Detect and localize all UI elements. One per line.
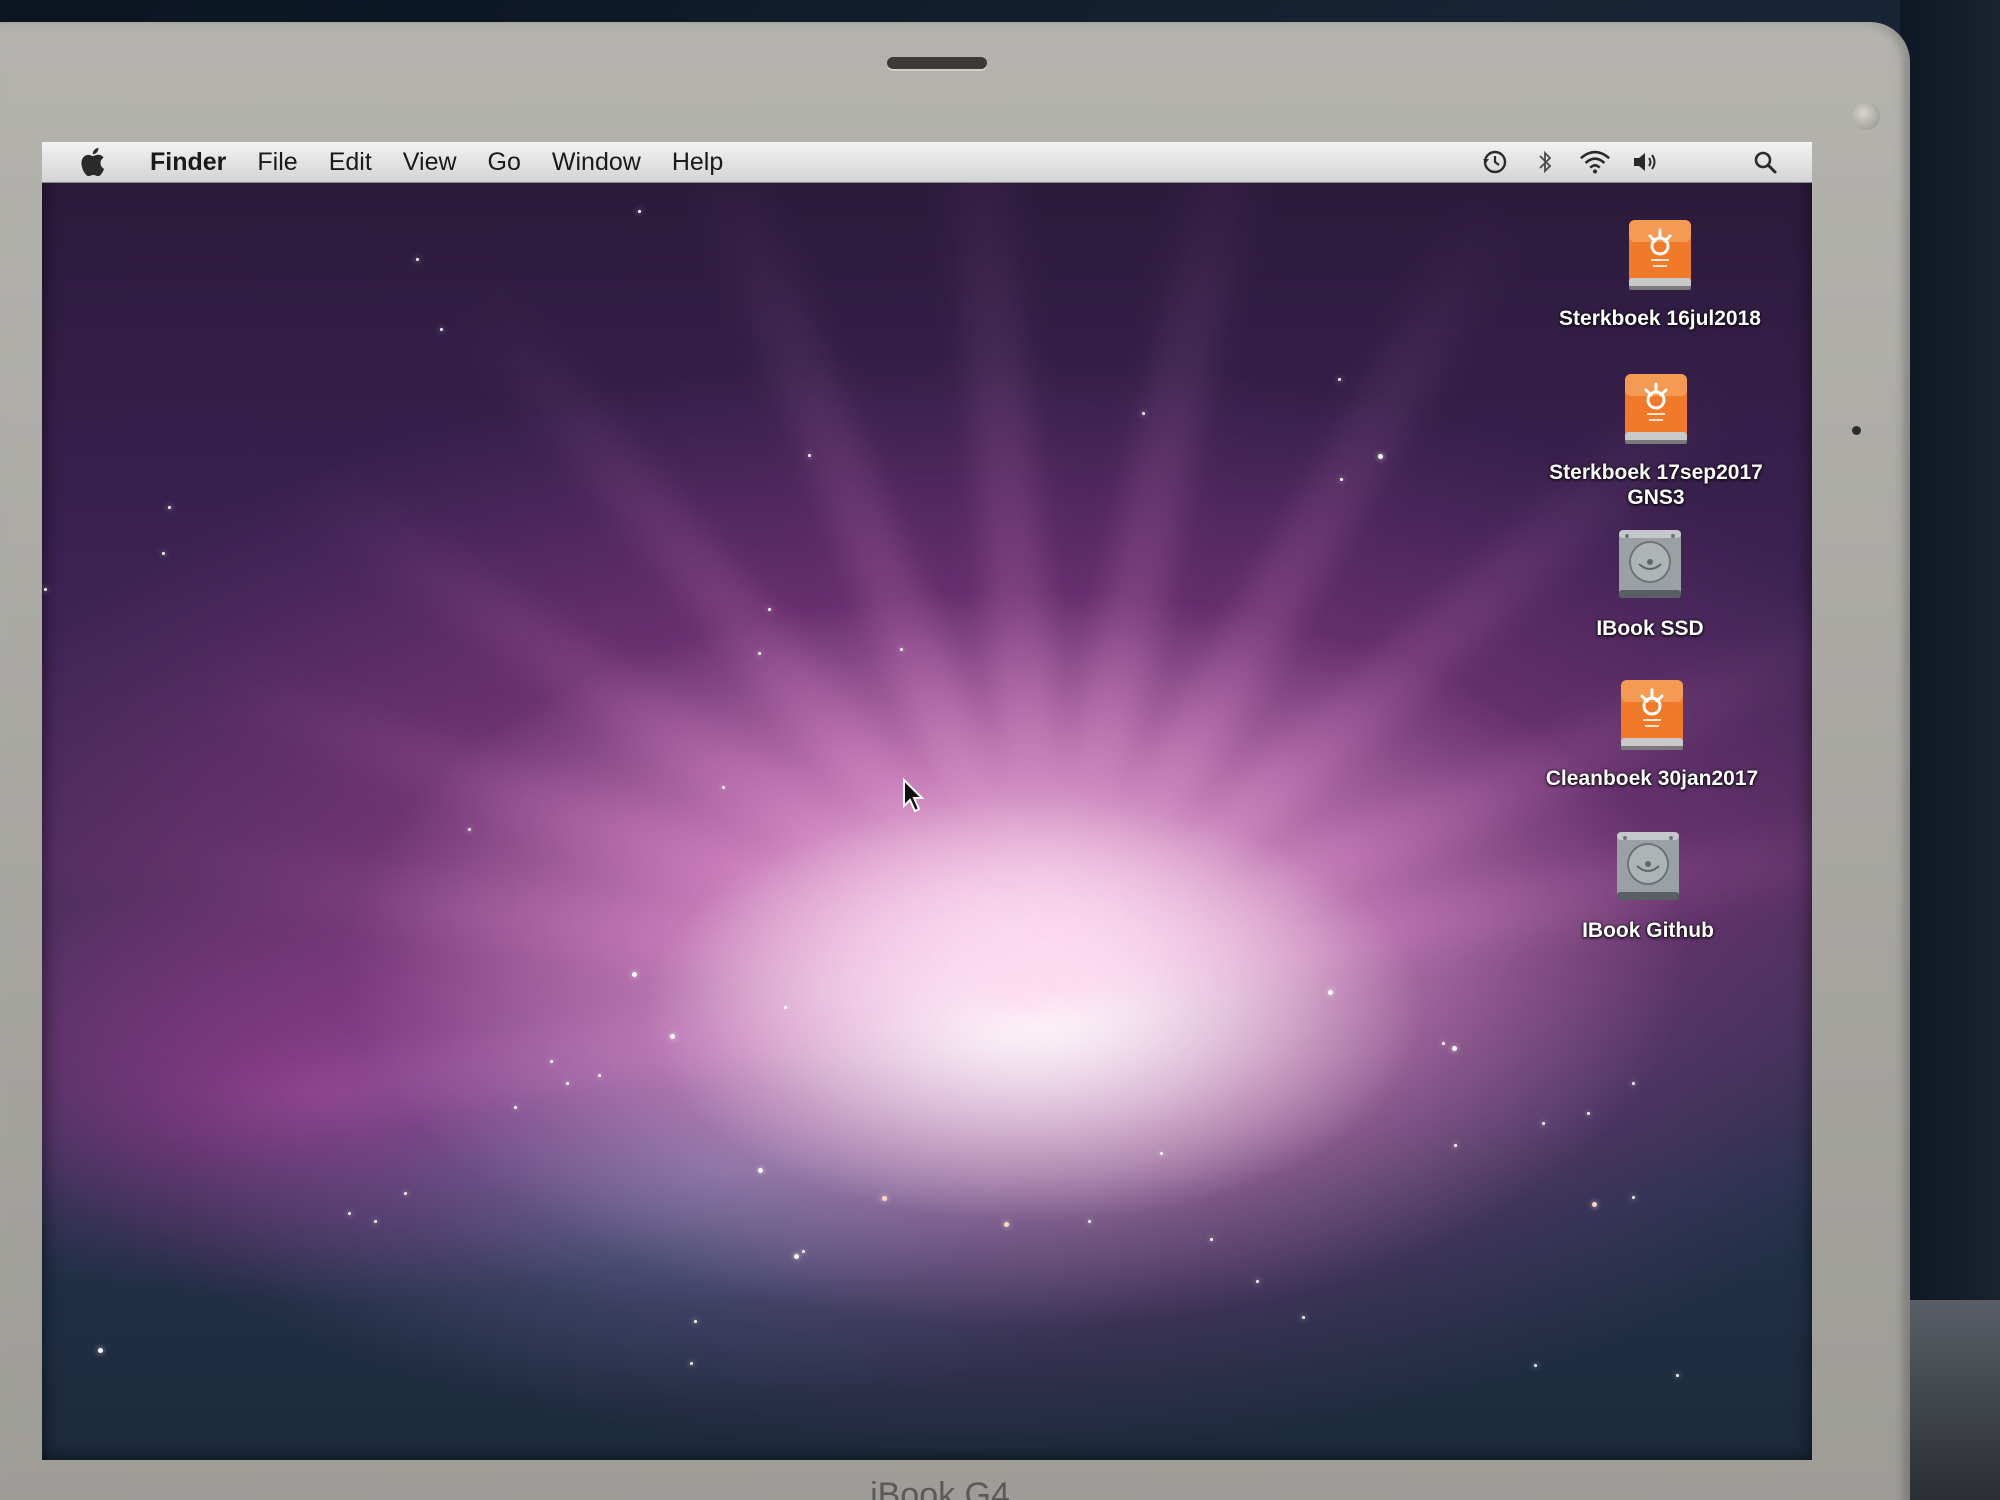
- wallpaper-star: [638, 210, 641, 213]
- wallpaper-star: [1340, 478, 1343, 481]
- wallpaper-star: [808, 454, 811, 457]
- desktop-item-label: IBook SSD: [1596, 617, 1704, 640]
- wallpaper-star: [722, 786, 725, 789]
- time-machine-icon[interactable]: [1478, 145, 1512, 179]
- wallpaper-star: [440, 328, 443, 331]
- menu-bar: Finder File Edit View Go Window Help: [42, 142, 1812, 183]
- wallpaper-star: [758, 1168, 763, 1173]
- wallpaper-star: [1442, 1042, 1445, 1045]
- sleep-indicator-light: [1852, 426, 1861, 435]
- bezel-latch: [887, 57, 987, 69]
- firewire-drive-icon: [1619, 370, 1693, 448]
- desktop-item-label: Cleanboek 30jan2017: [1545, 767, 1759, 790]
- wallpaper-star: [1338, 378, 1341, 381]
- wallpaper-star: [758, 652, 761, 655]
- wallpaper-star: [694, 1320, 697, 1323]
- wallpaper-star: [1160, 1152, 1163, 1155]
- wallpaper-star: [1378, 454, 1383, 459]
- wallpaper-star: [690, 1362, 693, 1365]
- wallpaper-star: [794, 1254, 799, 1259]
- wallpaper-star: [168, 506, 171, 509]
- wallpaper-star: [784, 1006, 787, 1009]
- menu-view[interactable]: View: [403, 148, 457, 177]
- bluetooth-icon[interactable]: [1528, 145, 1562, 179]
- desktop-item-label: Sterkboek 17sep2017 GNS3: [1549, 461, 1763, 509]
- menu-go[interactable]: Go: [488, 148, 521, 177]
- hard-drive-icon: [1613, 526, 1687, 604]
- wallpaper-star: [550, 1060, 553, 1063]
- wallpaper-star: [44, 588, 47, 591]
- wallpaper-star: [1592, 1202, 1597, 1207]
- volume-icon[interactable]: [1628, 145, 1662, 179]
- wallpaper-star: [1210, 1238, 1213, 1241]
- menu-finder[interactable]: Finder: [150, 148, 226, 177]
- wallpaper-star: [1142, 412, 1145, 415]
- wallpaper-star: [98, 1348, 103, 1353]
- menu-edit[interactable]: Edit: [329, 148, 372, 177]
- wallpaper-star: [1088, 1220, 1091, 1223]
- desktop-item-label: IBook Github: [1582, 919, 1714, 942]
- desktop-item-label: Sterkboek 16jul2018: [1559, 307, 1761, 330]
- desktop-item-ibook-github[interactable]: IBook Github: [1518, 828, 1778, 943]
- apple-icon[interactable]: [78, 147, 106, 177]
- wallpaper-star: [1004, 1222, 1009, 1227]
- menu-help[interactable]: Help: [672, 148, 723, 177]
- wallpaper-star: [374, 1220, 377, 1223]
- wallpaper-star: [348, 1212, 351, 1215]
- wallpaper-star: [1632, 1196, 1635, 1199]
- wallpaper-star: [632, 972, 637, 977]
- wallpaper-star: [768, 608, 771, 611]
- wallpaper-star: [598, 1074, 601, 1077]
- background-wall: [1900, 0, 2000, 1500]
- wallpaper-star: [1632, 1082, 1635, 1085]
- wallpaper-star: [1542, 1122, 1545, 1125]
- wallpaper-star: [1676, 1374, 1679, 1377]
- wallpaper-star: [162, 552, 165, 555]
- desktop-item-cleanboek-30jan2017[interactable]: Cleanboek 30jan2017: [1522, 676, 1782, 791]
- bezel-screw: [1852, 102, 1880, 130]
- wallpaper-star: [670, 1034, 675, 1039]
- wallpaper-star: [1454, 1144, 1457, 1147]
- menu-window[interactable]: Window: [552, 148, 641, 177]
- laptop-bezel: iBook G4 Finder File Edit View Go Window…: [0, 22, 1910, 1500]
- wallpaper-star: [900, 648, 903, 651]
- wallpaper-star: [514, 1106, 517, 1109]
- desktop-item-sterkboek-17sep2017-gns3[interactable]: Sterkboek 17sep2017 GNS3: [1526, 370, 1786, 510]
- wallpaper-star: [468, 828, 471, 831]
- firewire-drive-icon: [1623, 216, 1697, 294]
- wallpaper-star: [1452, 1046, 1457, 1051]
- mouse-cursor-icon: [902, 777, 926, 814]
- wallpaper-star: [404, 1192, 407, 1195]
- spotlight-icon[interactable]: [1748, 145, 1782, 179]
- wallpaper-star: [416, 258, 419, 261]
- wifi-icon[interactable]: [1578, 145, 1612, 179]
- model-label: iBook G4: [870, 1476, 1010, 1500]
- wallpaper-star: [1587, 1112, 1590, 1115]
- wallpaper-star: [882, 1196, 887, 1201]
- hard-drive-icon: [1611, 828, 1685, 906]
- menu-extras: [1478, 142, 1812, 182]
- wallpaper-star: [1328, 990, 1333, 995]
- wallpaper-star: [1302, 1316, 1305, 1319]
- photo-scene: iBook G4 Finder File Edit View Go Window…: [0, 0, 2000, 1500]
- desktop-item-ibook-ssd[interactable]: IBook SSD: [1520, 526, 1780, 641]
- wallpaper-star: [1256, 1280, 1259, 1283]
- wallpaper-star: [802, 1250, 805, 1253]
- menu-file[interactable]: File: [257, 148, 297, 177]
- firewire-drive-icon: [1615, 676, 1689, 754]
- wallpaper-star: [566, 1082, 569, 1085]
- desktop-screen[interactable]: Finder File Edit View Go Window Help Ste…: [42, 142, 1812, 1460]
- desktop-item-sterkboek-16jul2018[interactable]: Sterkboek 16jul2018: [1530, 216, 1790, 331]
- wallpaper-ray: [155, 959, 1056, 1145]
- wallpaper-star: [1534, 1364, 1537, 1367]
